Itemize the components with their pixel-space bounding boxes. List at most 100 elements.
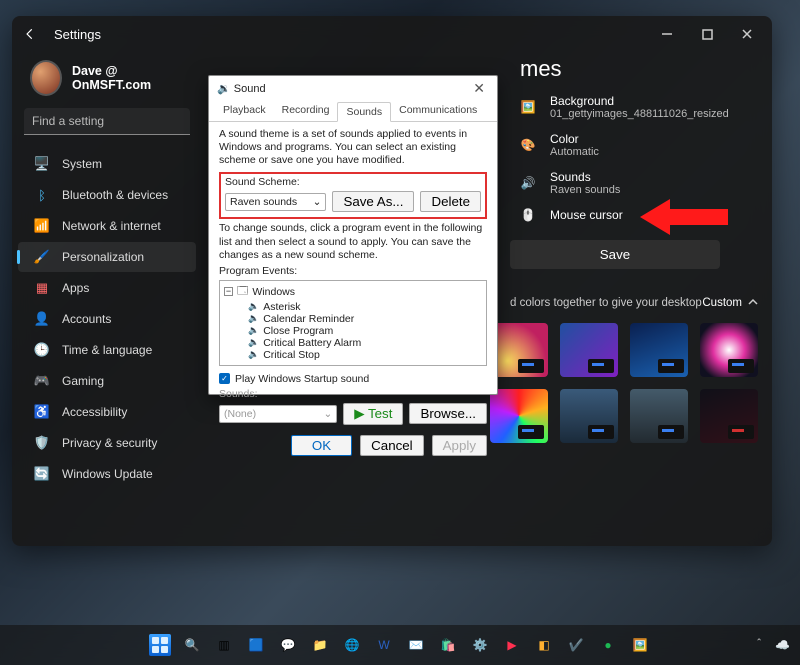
sounds-label: Sounds: xyxy=(219,388,487,400)
explorer-icon[interactable]: 📁 xyxy=(307,632,333,658)
nav-icon: 🖌️ xyxy=(34,249,50,265)
sidebar-item-system[interactable]: 🖥️System xyxy=(18,149,196,179)
events-label: Program Events: xyxy=(219,265,487,277)
nav-label: Windows Update xyxy=(62,467,153,481)
sound-event-icon: 🔈 xyxy=(248,349,259,360)
word-icon[interactable]: W xyxy=(371,632,397,658)
event-item[interactable]: 🔈 Calendar Reminder xyxy=(224,313,482,325)
titlebar: Settings xyxy=(12,16,772,52)
nav-label: Personalization xyxy=(62,250,144,264)
theme-card-background[interactable]: 🖼️Background01_gettyimages_488111026_res… xyxy=(510,88,758,126)
theme-thumb[interactable] xyxy=(630,323,688,377)
search-icon[interactable]: 🔍 xyxy=(179,632,205,658)
sidebar-item-accounts[interactable]: 👤Accounts xyxy=(18,304,196,334)
event-item[interactable]: 🔈 Asterisk xyxy=(224,301,482,313)
theme-thumb[interactable] xyxy=(490,323,548,377)
theme-thumb[interactable] xyxy=(700,389,758,443)
photos-icon[interactable]: 🖼️ xyxy=(627,632,653,658)
tab-sounds[interactable]: Sounds xyxy=(337,102,391,122)
nav-label: Network & internet xyxy=(62,219,161,233)
tray-cloud-icon[interactable]: ☁️ xyxy=(775,638,790,652)
change-text: To change sounds, click a program event … xyxy=(219,222,487,261)
app-icon[interactable]: ◧ xyxy=(531,632,557,658)
back-icon[interactable] xyxy=(20,24,40,44)
save-as-button[interactable]: Save As... xyxy=(332,191,414,212)
nav-label: Bluetooth & devices xyxy=(62,188,168,202)
minimize-icon[interactable] xyxy=(660,27,674,41)
nav-label: Time & language xyxy=(62,343,152,357)
sidebar: Dave @ OnMSFT.com 🖥️SystemᛒBluetooth & d… xyxy=(12,52,202,546)
custom-dropdown[interactable]: Custom xyxy=(702,297,758,309)
apply-button[interactable]: Apply xyxy=(432,435,487,456)
card-icon: 🖼️ xyxy=(518,100,538,114)
mail-icon[interactable]: ✉️ xyxy=(403,632,429,658)
sound-event-icon: 🔈 xyxy=(248,313,259,324)
maximize-icon[interactable] xyxy=(700,27,714,41)
settings-icon[interactable]: ⚙️ xyxy=(467,632,493,658)
sidebar-item-gaming[interactable]: 🎮Gaming xyxy=(18,366,196,396)
sound-event-icon: 🔈 xyxy=(248,337,259,348)
nav-label: Accessibility xyxy=(62,405,127,419)
sidebar-item-bluetooth-devices[interactable]: ᛒBluetooth & devices xyxy=(18,180,196,210)
tab-recording[interactable]: Recording xyxy=(274,101,338,121)
store-icon[interactable]: 🛍️ xyxy=(435,632,461,658)
avatar xyxy=(30,60,62,96)
sidebar-item-apps[interactable]: ▦Apps xyxy=(18,273,196,303)
nav-icon: 📶 xyxy=(34,218,50,234)
theme-thumb[interactable] xyxy=(490,389,548,443)
theme-thumb[interactable] xyxy=(700,323,758,377)
tab-communications[interactable]: Communications xyxy=(391,101,485,121)
card-sub: Automatic xyxy=(550,146,599,158)
nav-icon: ♿ xyxy=(34,404,50,420)
events-list[interactable]: −🗔 Windows 🔈 Asterisk🔈 Calendar Reminder… xyxy=(219,280,487,366)
nav-label: Apps xyxy=(62,281,89,295)
media-icon[interactable]: ▶ xyxy=(499,632,525,658)
window-title: Settings xyxy=(54,27,101,42)
tab-playback[interactable]: Playback xyxy=(215,101,274,121)
sidebar-item-accessibility[interactable]: ♿ Accessibility xyxy=(18,397,196,427)
chat-icon[interactable]: 💬 xyxy=(275,632,301,658)
ok-button[interactable]: OK xyxy=(291,435,352,456)
sidebar-item-windows-update[interactable]: 🔄Windows Update xyxy=(18,459,196,489)
startup-checkbox[interactable]: ✓ xyxy=(219,373,230,384)
search-input[interactable] xyxy=(24,108,190,135)
save-button[interactable]: Save xyxy=(510,240,720,269)
todo-icon[interactable]: ✔️ xyxy=(563,632,589,658)
scheme-label: Sound Scheme: xyxy=(225,176,481,188)
tray-chevron-icon[interactable]: ＾ xyxy=(753,637,765,654)
edge-icon[interactable]: 🌐 xyxy=(339,632,365,658)
card-sub: 01_gettyimages_488111026_resized xyxy=(550,108,729,120)
startup-label: Play Windows Startup sound xyxy=(235,373,369,385)
browse-button[interactable]: Browse... xyxy=(409,403,487,424)
nav-icon: 🛡️ xyxy=(34,435,50,451)
sidebar-item-personalization[interactable]: 🖌️ Personalization xyxy=(18,242,196,272)
theme-card-color[interactable]: 🎨ColorAutomatic xyxy=(510,126,758,164)
theme-thumb[interactable] xyxy=(630,389,688,443)
start-button[interactable] xyxy=(147,632,173,658)
nav-icon: 🕒 xyxy=(34,342,50,358)
close-icon[interactable] xyxy=(740,27,754,41)
nav-label: System xyxy=(62,157,102,171)
event-item[interactable]: 🔈 Critical Battery Alarm xyxy=(224,337,482,349)
sounds-value: (None) xyxy=(224,408,256,420)
cancel-button[interactable]: Cancel xyxy=(360,435,424,456)
sidebar-item-time-language[interactable]: 🕒 Time & language xyxy=(18,335,196,365)
card-title: Mouse cursor xyxy=(550,208,623,222)
taskview-icon[interactable]: ▥ xyxy=(211,632,237,658)
nav-icon: 🎮 xyxy=(34,373,50,389)
scheme-combo[interactable]: Raven sounds ⌄ xyxy=(225,193,326,211)
sound-dialog: 🔉 Sound ✕ PlaybackRecordingSoundsCommuni… xyxy=(208,75,498,395)
event-item[interactable]: 🔈 Close Program xyxy=(224,325,482,337)
widgets-icon[interactable]: 🟦 xyxy=(243,632,269,658)
sidebar-item-privacy-security[interactable]: 🛡️Privacy & security xyxy=(18,428,196,458)
user-block[interactable]: Dave @ OnMSFT.com xyxy=(12,60,202,108)
custom-label: Custom xyxy=(702,297,742,309)
theme-thumb[interactable] xyxy=(560,323,618,377)
theme-thumb[interactable] xyxy=(560,389,618,443)
spotify-icon[interactable]: ● xyxy=(595,632,621,658)
sidebar-item-network-internet[interactable]: 📶 Network & internet xyxy=(18,211,196,241)
delete-button[interactable]: Delete xyxy=(420,191,481,212)
dialog-close-icon[interactable]: ✕ xyxy=(469,80,489,97)
event-item[interactable]: 🔈 Critical Stop xyxy=(224,349,482,361)
test-button[interactable]: ▶ Test xyxy=(343,403,403,425)
